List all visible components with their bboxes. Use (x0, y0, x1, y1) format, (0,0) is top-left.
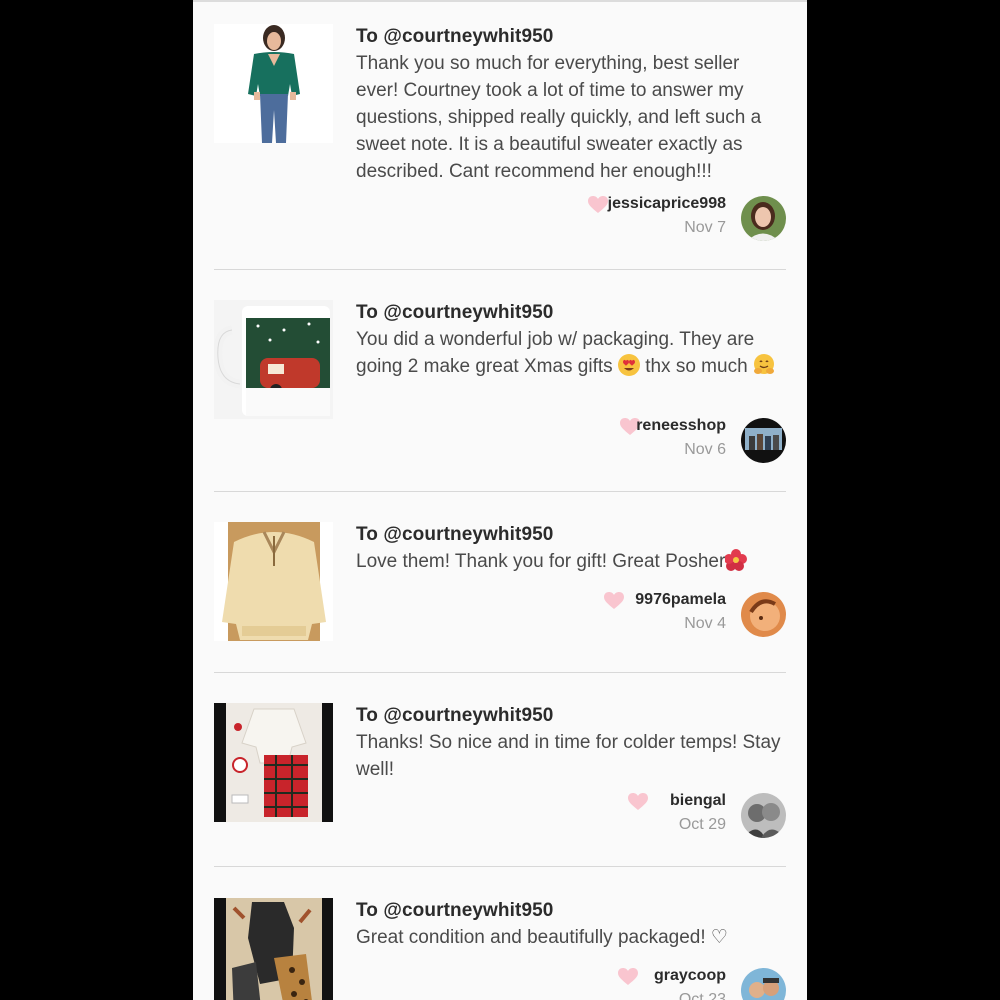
recipient-line: To @courtneywhit950 (356, 302, 554, 323)
hibiscus-emoji (725, 549, 748, 571)
listing-thumbnail[interactable] (214, 522, 333, 641)
review-text: Love them! Thank you for gift! Great Pos… (356, 548, 786, 575)
reviewer-avatar[interactable] (741, 196, 786, 241)
review-card: To @courtneywhit950 Love them! Thank you… (214, 522, 786, 652)
reviewer-username[interactable]: jessicaprice998 (608, 194, 726, 214)
review-text-part2: thx so much (639, 356, 753, 377)
review-message: To @courtneywhit950 Great condition and … (356, 898, 786, 951)
review-text-content: Love them! Thank you for gift! Great Pos… (356, 551, 726, 572)
listing-thumbnail[interactable] (214, 300, 333, 419)
christmas-mug-photo (214, 300, 333, 419)
review-card: To @courtneywhit950 Thank you so much fo… (214, 24, 786, 264)
review-message: To @courtneywhit950 Thanks! So nice and … (356, 703, 786, 783)
reviewer-meta: 9976pamela Nov 4 (486, 590, 786, 638)
divider (214, 672, 786, 673)
reviewer-meta: biengal Oct 29 (486, 791, 786, 839)
divider (214, 269, 786, 270)
green-sweater-photo (214, 24, 333, 143)
review-text: Thanks! So nice and in time for colder t… (356, 732, 781, 780)
hugging-face-emoji (753, 354, 774, 374)
review-message: To @courtneywhit950 Love them! Thank you… (356, 522, 786, 575)
review-card: To @courtneywhit950 Great condition and … (214, 898, 786, 1000)
reviewer-meta: graycoop Oct 23 (486, 966, 786, 1000)
reviewer-username[interactable]: biengal (670, 791, 726, 811)
listing-thumbnail[interactable] (214, 703, 333, 822)
reviewer-avatar[interactable] (741, 968, 786, 1000)
plaid-outfit-photo (214, 703, 333, 822)
review-date: Nov 7 (684, 219, 726, 236)
review-card: To @courtneywhit950 You did a wonderful … (214, 300, 786, 470)
review-date: Oct 23 (678, 991, 726, 1000)
heart-icon (628, 793, 648, 810)
user-avatar-photo (741, 968, 786, 1000)
user-avatar-photo (741, 418, 786, 463)
reviewer-avatar[interactable] (741, 418, 786, 463)
app-viewport: To @courtneywhit950 Thank you so much fo… (0, 0, 1000, 1000)
review-text: Great condition and beautifully packaged… (356, 927, 728, 948)
reviewer-meta: reneesshop Nov 6 (486, 416, 786, 464)
listing-thumbnail[interactable] (214, 898, 333, 1000)
recipient-line: To @courtneywhit950 (356, 524, 554, 545)
review-text: Thank you so much for everything, best s… (356, 53, 762, 182)
review-message: To @courtneywhit950 Thank you so much fo… (356, 24, 786, 185)
review-date: Nov 6 (684, 441, 726, 458)
heart-icon (618, 968, 638, 985)
heart-icon (588, 196, 608, 213)
review-card: To @courtneywhit950 Thanks! So nice and … (214, 703, 786, 843)
user-avatar-photo (741, 793, 786, 838)
divider (214, 491, 786, 492)
love-notes-screen: To @courtneywhit950 Thank you so much fo… (193, 0, 807, 1000)
reviewer-username[interactable]: reneesshop (636, 416, 726, 436)
review-text: You did a wonderful job w/ packaging. Th… (356, 326, 786, 380)
listing-thumbnail[interactable] (214, 24, 333, 143)
review-date: Nov 4 (684, 615, 726, 632)
reviewer-avatar[interactable] (741, 793, 786, 838)
reviewer-avatar[interactable] (741, 592, 786, 637)
heart-eyes-emoji (617, 354, 640, 376)
reviewer-username[interactable]: graycoop (654, 966, 726, 986)
divider (214, 866, 786, 867)
recipient-line: To @courtneywhit950 (356, 900, 554, 921)
sherpa-pullover-photo (214, 522, 333, 641)
reviewer-meta: jessicaprice998 Nov 7 (486, 194, 786, 242)
review-message: To @courtneywhit950 You did a wonderful … (356, 300, 786, 380)
heart-icon (604, 592, 624, 609)
reviewer-username[interactable]: 9976pamela (635, 590, 726, 610)
user-avatar-photo (741, 196, 786, 241)
review-date: Oct 29 (678, 816, 726, 833)
recipient-line: To @courtneywhit950 (356, 705, 554, 726)
leopard-leggings-photo (214, 898, 333, 1000)
user-avatar-photo (741, 592, 786, 637)
recipient-line: To @courtneywhit950 (356, 26, 554, 47)
